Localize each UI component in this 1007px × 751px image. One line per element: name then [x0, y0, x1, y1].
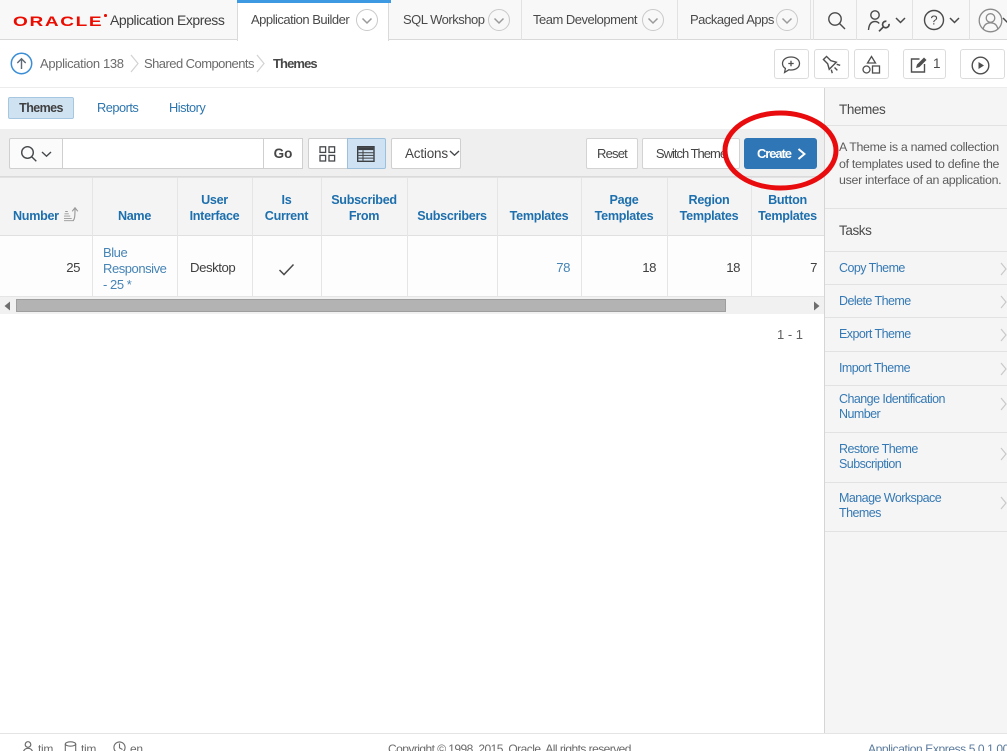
svg-text:?: ? — [930, 13, 937, 28]
